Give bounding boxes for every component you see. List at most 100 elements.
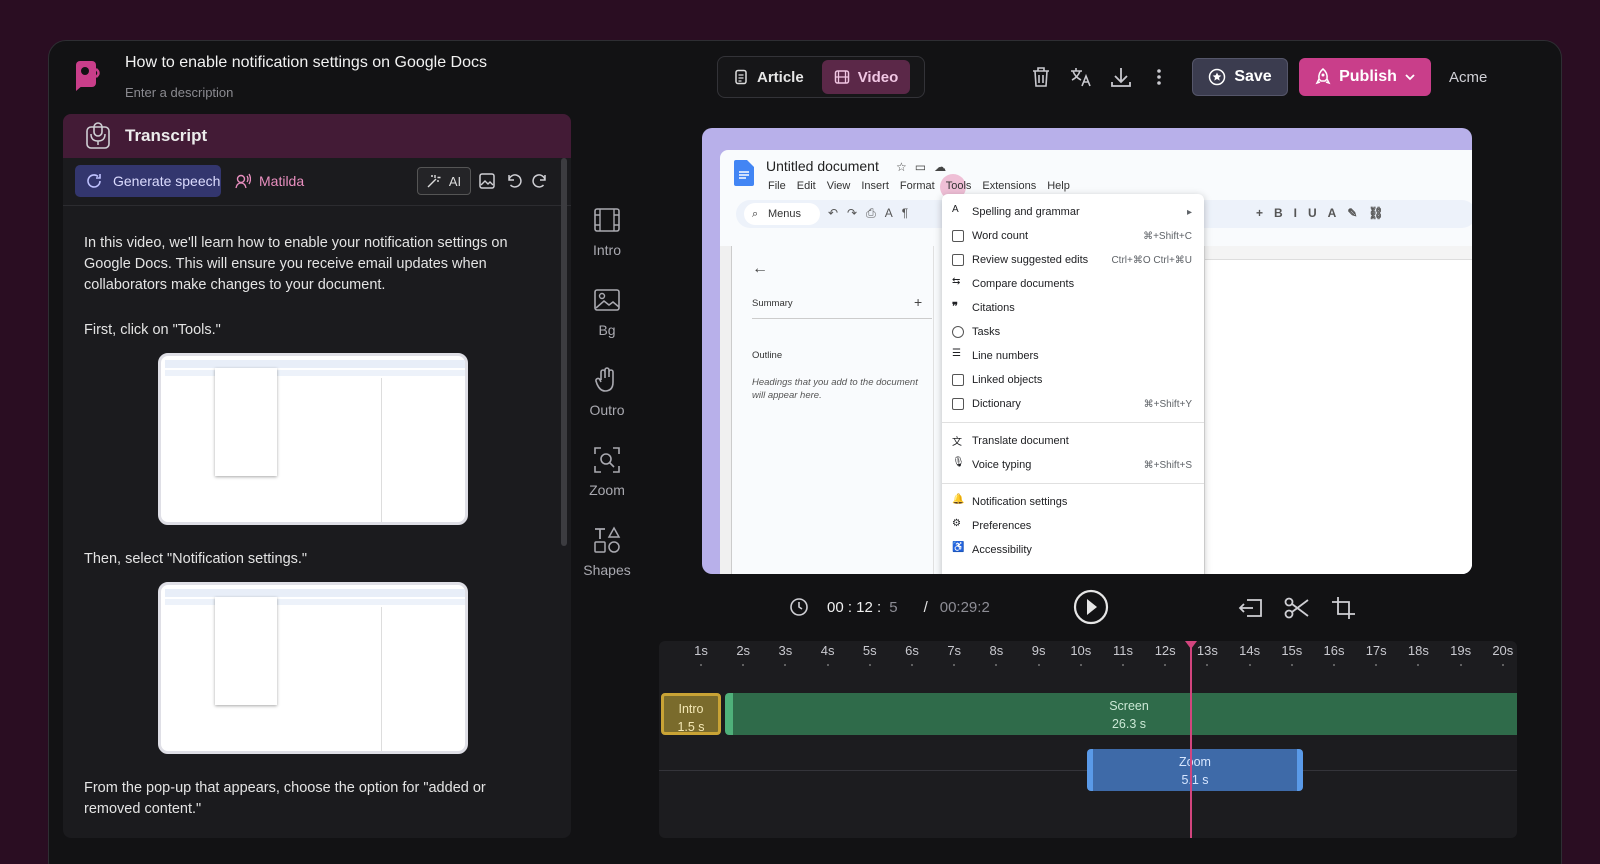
timeline[interactable]: 1s 2s 3s 4s 5s 6s 7s 8s 9s 10s 11s 12s 13s 14s 15s 16s 1… [659, 641, 1517, 838]
generate-speech-button[interactable]: Generate speech [75, 165, 221, 197]
menu-item: 文 Translate document [952, 435, 1069, 448]
outline-hint: Headings that you add to the document wi… [752, 377, 918, 401]
save-label: Save [1234, 68, 1272, 85]
menu-item-label: Review suggested edits [972, 254, 1089, 266]
add-summary-icon: + [914, 294, 923, 310]
video-preview[interactable]: Untitled document ☆▭☁ File Edit View Ins… [702, 128, 1472, 574]
timeline-tick: 7s [934, 643, 974, 666]
tab-video[interactable]: Video [821, 60, 911, 94]
timeline-tick: 10s [1061, 643, 1101, 666]
transcript-title: Transcript [125, 126, 208, 145]
description-field[interactable]: Enter a description [125, 85, 233, 100]
translate-icon[interactable] [1069, 65, 1093, 89]
download-icon[interactable] [1109, 65, 1133, 89]
scissors-icon[interactable] [1283, 596, 1311, 620]
image-edit-icon[interactable] [478, 172, 496, 190]
app-logo-icon [76, 61, 100, 91]
menu-item-shortcut: ▸ [1186, 206, 1192, 218]
timeline-tick: 8s [976, 643, 1016, 666]
crop-icon[interactable] [1331, 596, 1359, 620]
clip-intro[interactable]: Intro 1.5 s [661, 693, 721, 735]
docs-menubar: File Edit View Insert Format Tools Exten… [768, 180, 1070, 192]
rail-outro[interactable]: Outro [579, 366, 635, 418]
menu-item: ⇆ Compare documents [952, 276, 1075, 290]
rocket-icon [1315, 68, 1331, 85]
play-button[interactable] [1073, 589, 1109, 625]
document-icon [735, 69, 747, 85]
rail-outro-label: Outro [589, 402, 625, 418]
refresh-icon [87, 174, 101, 188]
tab-article[interactable]: Article [721, 60, 816, 94]
timeline-tick: 6s [892, 643, 932, 666]
menu-item: Dictionary ⌘+Shift+Y [942, 392, 1204, 416]
workspace-menu[interactable]: Acme [1449, 69, 1487, 86]
transcript-paragraph: From the pop-up that appears, choose the… [84, 780, 486, 817]
menu-item-shortcut: Ctrl+⌘O Ctrl+⌘U [1111, 254, 1192, 266]
timeline-tick: 1s [681, 643, 721, 666]
workspace-name: Acme [1449, 69, 1488, 86]
menu-extensions: Extensions [982, 180, 1037, 192]
time-display: 00 : 12 : 5 / 00:29:2 [789, 597, 990, 617]
menu-item-label: Line numbers [972, 350, 1039, 362]
clip-intro-name: Intro [678, 702, 704, 716]
menu-item: ☰ Line numbers [952, 348, 1039, 362]
screenshot-thumbnail[interactable] [158, 353, 468, 525]
save-icon [1209, 68, 1226, 86]
transcript-body[interactable]: In this video, we'll learn how to enable… [63, 207, 563, 838]
timeline-tick: 15s [1272, 643, 1312, 666]
menus-search-label: Menus [768, 208, 802, 220]
undo-icon[interactable] [505, 172, 523, 190]
screenshot-thumbnail[interactable] [158, 582, 468, 754]
menu-item: Linked objects [942, 368, 1204, 392]
menu-item: ❞ Citations [952, 301, 1015, 314]
rail-zoom-label: Zoom [589, 482, 625, 498]
playhead[interactable] [1184, 641, 1197, 838]
clip-screen[interactable]: Screen 26.3 s [725, 693, 1517, 735]
clip-screen-name: Screen [1109, 699, 1149, 713]
timeline-tick: 17s [1356, 643, 1396, 666]
docs-format-icons: +BIUA✎⛓ [1256, 206, 1395, 220]
clip-zoom-duration: 5.1 s [1181, 773, 1209, 787]
publish-button[interactable]: Publish [1299, 58, 1431, 96]
film-icon [594, 208, 620, 232]
rail-intro-label: Intro [592, 242, 621, 258]
save-button[interactable]: Save [1192, 58, 1288, 96]
split-left-icon[interactable] [1237, 596, 1265, 620]
transcript-scrollbar[interactable] [561, 158, 567, 546]
image-icon [594, 289, 620, 311]
docs-logo-icon [734, 160, 754, 186]
magic-wand-icon [427, 175, 441, 188]
hand-wave-icon [595, 367, 614, 392]
rail-shapes[interactable]: Shapes [579, 526, 635, 578]
rail-bg-label: Bg [598, 322, 616, 338]
menu-item: ♿ Accessibility [952, 542, 1032, 556]
trash-icon[interactable] [1029, 65, 1053, 89]
back-arrow-icon: ← [752, 260, 768, 277]
tab-article-label: Article [757, 68, 804, 86]
page-title[interactable]: How to enable notification settings on G… [125, 54, 487, 72]
menu-item-shortcut: ⌘+Shift+C [1143, 230, 1192, 242]
clip-zoom[interactable]: Zoom 5.1 s [1087, 749, 1303, 791]
menu-edit: Edit [796, 180, 816, 192]
transcript-toolbar: Generate speech Matilda AI [63, 158, 571, 206]
menu-item-shortcut: ⌘+Shift+S [1143, 459, 1192, 471]
menu-item: A Spelling and grammar ▸ [952, 204, 1192, 218]
menu-item-label: Compare documents [972, 278, 1075, 290]
rail-zoom[interactable]: Zoom [579, 446, 635, 498]
shapes-icon [594, 526, 621, 553]
voice-icon [235, 173, 251, 189]
horizontal-ruler [1205, 246, 1472, 260]
rail-intro[interactable]: Intro [579, 206, 635, 258]
ai-button[interactable]: AI [417, 167, 471, 195]
voice-selector[interactable]: Matilda [235, 173, 304, 189]
menus-search: ⌕ Menus [744, 203, 820, 225]
current-time: 00 : 12 : [827, 598, 882, 616]
menu-item-label: Linked objects [972, 374, 1043, 386]
menu-item: Tasks [942, 320, 1204, 344]
redo-icon[interactable] [531, 172, 549, 190]
menu-item-label: Preferences [972, 520, 1032, 532]
menu-view: View [826, 180, 851, 192]
menu-divider [942, 422, 1204, 423]
more-options-icon[interactable] [1147, 65, 1171, 89]
rail-bg[interactable]: Bg [579, 286, 635, 338]
